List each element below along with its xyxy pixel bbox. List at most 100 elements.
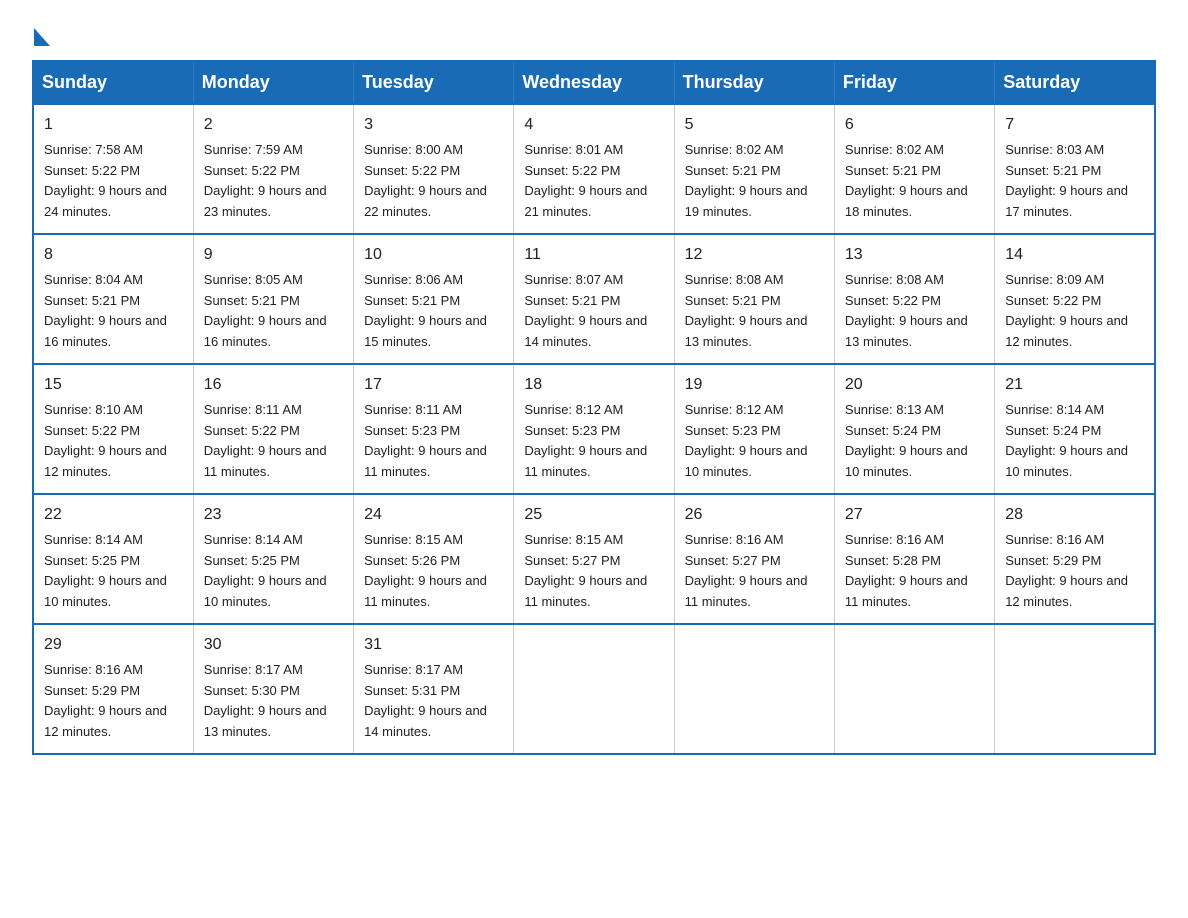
day-number: 22 bbox=[44, 503, 183, 528]
header-row: SundayMondayTuesdayWednesdayThursdayFrid… bbox=[33, 61, 1155, 104]
day-number: 14 bbox=[1005, 243, 1144, 268]
day-info: Sunrise: 8:16 AMSunset: 5:28 PMDaylight:… bbox=[845, 530, 984, 613]
day-cell: 20Sunrise: 8:13 AMSunset: 5:24 PMDayligh… bbox=[834, 364, 994, 494]
day-cell: 21Sunrise: 8:14 AMSunset: 5:24 PMDayligh… bbox=[995, 364, 1155, 494]
day-cell: 11Sunrise: 8:07 AMSunset: 5:21 PMDayligh… bbox=[514, 234, 674, 364]
day-info: Sunrise: 8:12 AMSunset: 5:23 PMDaylight:… bbox=[524, 400, 663, 483]
day-cell: 5Sunrise: 8:02 AMSunset: 5:21 PMDaylight… bbox=[674, 104, 834, 234]
day-number: 13 bbox=[845, 243, 984, 268]
week-row-2: 8Sunrise: 8:04 AMSunset: 5:21 PMDaylight… bbox=[33, 234, 1155, 364]
day-number: 17 bbox=[364, 373, 503, 398]
header-cell-friday: Friday bbox=[834, 61, 994, 104]
day-cell bbox=[834, 624, 994, 754]
day-number: 26 bbox=[685, 503, 824, 528]
day-number: 10 bbox=[364, 243, 503, 268]
header-cell-monday: Monday bbox=[193, 61, 353, 104]
day-cell: 23Sunrise: 8:14 AMSunset: 5:25 PMDayligh… bbox=[193, 494, 353, 624]
day-cell: 8Sunrise: 8:04 AMSunset: 5:21 PMDaylight… bbox=[33, 234, 193, 364]
day-cell: 2Sunrise: 7:59 AMSunset: 5:22 PMDaylight… bbox=[193, 104, 353, 234]
day-info: Sunrise: 8:08 AMSunset: 5:22 PMDaylight:… bbox=[845, 270, 984, 353]
day-cell: 6Sunrise: 8:02 AMSunset: 5:21 PMDaylight… bbox=[834, 104, 994, 234]
day-number: 3 bbox=[364, 113, 503, 138]
day-number: 8 bbox=[44, 243, 183, 268]
day-info: Sunrise: 7:58 AMSunset: 5:22 PMDaylight:… bbox=[44, 140, 183, 223]
day-number: 16 bbox=[204, 373, 343, 398]
day-number: 29 bbox=[44, 633, 183, 658]
day-cell: 30Sunrise: 8:17 AMSunset: 5:30 PMDayligh… bbox=[193, 624, 353, 754]
header-cell-wednesday: Wednesday bbox=[514, 61, 674, 104]
day-info: Sunrise: 8:08 AMSunset: 5:21 PMDaylight:… bbox=[685, 270, 824, 353]
day-info: Sunrise: 8:12 AMSunset: 5:23 PMDaylight:… bbox=[685, 400, 824, 483]
day-cell: 3Sunrise: 8:00 AMSunset: 5:22 PMDaylight… bbox=[354, 104, 514, 234]
day-number: 25 bbox=[524, 503, 663, 528]
day-cell: 16Sunrise: 8:11 AMSunset: 5:22 PMDayligh… bbox=[193, 364, 353, 494]
day-number: 1 bbox=[44, 113, 183, 138]
day-cell: 14Sunrise: 8:09 AMSunset: 5:22 PMDayligh… bbox=[995, 234, 1155, 364]
day-info: Sunrise: 8:14 AMSunset: 5:24 PMDaylight:… bbox=[1005, 400, 1144, 483]
day-cell: 13Sunrise: 8:08 AMSunset: 5:22 PMDayligh… bbox=[834, 234, 994, 364]
day-cell: 24Sunrise: 8:15 AMSunset: 5:26 PMDayligh… bbox=[354, 494, 514, 624]
header-cell-saturday: Saturday bbox=[995, 61, 1155, 104]
day-info: Sunrise: 8:02 AMSunset: 5:21 PMDaylight:… bbox=[845, 140, 984, 223]
day-cell: 31Sunrise: 8:17 AMSunset: 5:31 PMDayligh… bbox=[354, 624, 514, 754]
day-number: 12 bbox=[685, 243, 824, 268]
day-cell: 10Sunrise: 8:06 AMSunset: 5:21 PMDayligh… bbox=[354, 234, 514, 364]
day-number: 28 bbox=[1005, 503, 1144, 528]
day-number: 19 bbox=[685, 373, 824, 398]
week-row-5: 29Sunrise: 8:16 AMSunset: 5:29 PMDayligh… bbox=[33, 624, 1155, 754]
day-cell: 15Sunrise: 8:10 AMSunset: 5:22 PMDayligh… bbox=[33, 364, 193, 494]
day-cell bbox=[995, 624, 1155, 754]
day-info: Sunrise: 8:16 AMSunset: 5:29 PMDaylight:… bbox=[1005, 530, 1144, 613]
day-number: 23 bbox=[204, 503, 343, 528]
day-cell: 7Sunrise: 8:03 AMSunset: 5:21 PMDaylight… bbox=[995, 104, 1155, 234]
day-number: 24 bbox=[364, 503, 503, 528]
day-cell: 1Sunrise: 7:58 AMSunset: 5:22 PMDaylight… bbox=[33, 104, 193, 234]
day-info: Sunrise: 8:11 AMSunset: 5:22 PMDaylight:… bbox=[204, 400, 343, 483]
day-info: Sunrise: 8:07 AMSunset: 5:21 PMDaylight:… bbox=[524, 270, 663, 353]
day-number: 27 bbox=[845, 503, 984, 528]
day-info: Sunrise: 8:13 AMSunset: 5:24 PMDaylight:… bbox=[845, 400, 984, 483]
calendar-table: SundayMondayTuesdayWednesdayThursdayFrid… bbox=[32, 60, 1156, 755]
calendar-header: SundayMondayTuesdayWednesdayThursdayFrid… bbox=[33, 61, 1155, 104]
day-info: Sunrise: 8:00 AMSunset: 5:22 PMDaylight:… bbox=[364, 140, 503, 223]
day-number: 6 bbox=[845, 113, 984, 138]
day-cell: 9Sunrise: 8:05 AMSunset: 5:21 PMDaylight… bbox=[193, 234, 353, 364]
week-row-4: 22Sunrise: 8:14 AMSunset: 5:25 PMDayligh… bbox=[33, 494, 1155, 624]
day-info: Sunrise: 8:14 AMSunset: 5:25 PMDaylight:… bbox=[44, 530, 183, 613]
day-info: Sunrise: 8:03 AMSunset: 5:21 PMDaylight:… bbox=[1005, 140, 1144, 223]
day-number: 2 bbox=[204, 113, 343, 138]
day-number: 5 bbox=[685, 113, 824, 138]
day-number: 20 bbox=[845, 373, 984, 398]
day-info: Sunrise: 8:11 AMSunset: 5:23 PMDaylight:… bbox=[364, 400, 503, 483]
day-info: Sunrise: 8:02 AMSunset: 5:21 PMDaylight:… bbox=[685, 140, 824, 223]
day-info: Sunrise: 7:59 AMSunset: 5:22 PMDaylight:… bbox=[204, 140, 343, 223]
day-info: Sunrise: 8:16 AMSunset: 5:27 PMDaylight:… bbox=[685, 530, 824, 613]
day-number: 7 bbox=[1005, 113, 1144, 138]
day-number: 31 bbox=[364, 633, 503, 658]
day-info: Sunrise: 8:05 AMSunset: 5:21 PMDaylight:… bbox=[204, 270, 343, 353]
day-info: Sunrise: 8:17 AMSunset: 5:31 PMDaylight:… bbox=[364, 660, 503, 743]
day-cell: 25Sunrise: 8:15 AMSunset: 5:27 PMDayligh… bbox=[514, 494, 674, 624]
day-info: Sunrise: 8:17 AMSunset: 5:30 PMDaylight:… bbox=[204, 660, 343, 743]
day-number: 9 bbox=[204, 243, 343, 268]
week-row-3: 15Sunrise: 8:10 AMSunset: 5:22 PMDayligh… bbox=[33, 364, 1155, 494]
day-cell: 12Sunrise: 8:08 AMSunset: 5:21 PMDayligh… bbox=[674, 234, 834, 364]
day-number: 15 bbox=[44, 373, 183, 398]
day-info: Sunrise: 8:01 AMSunset: 5:22 PMDaylight:… bbox=[524, 140, 663, 223]
header bbox=[32, 24, 1156, 42]
day-info: Sunrise: 8:06 AMSunset: 5:21 PMDaylight:… bbox=[364, 270, 503, 353]
day-info: Sunrise: 8:15 AMSunset: 5:26 PMDaylight:… bbox=[364, 530, 503, 613]
day-cell: 28Sunrise: 8:16 AMSunset: 5:29 PMDayligh… bbox=[995, 494, 1155, 624]
day-cell: 26Sunrise: 8:16 AMSunset: 5:27 PMDayligh… bbox=[674, 494, 834, 624]
day-number: 4 bbox=[524, 113, 663, 138]
header-cell-thursday: Thursday bbox=[674, 61, 834, 104]
day-cell bbox=[514, 624, 674, 754]
day-cell: 19Sunrise: 8:12 AMSunset: 5:23 PMDayligh… bbox=[674, 364, 834, 494]
page: SundayMondayTuesdayWednesdayThursdayFrid… bbox=[0, 0, 1188, 779]
logo bbox=[32, 24, 50, 42]
header-cell-sunday: Sunday bbox=[33, 61, 193, 104]
day-info: Sunrise: 8:15 AMSunset: 5:27 PMDaylight:… bbox=[524, 530, 663, 613]
logo-top bbox=[32, 24, 50, 46]
day-number: 30 bbox=[204, 633, 343, 658]
day-info: Sunrise: 8:14 AMSunset: 5:25 PMDaylight:… bbox=[204, 530, 343, 613]
